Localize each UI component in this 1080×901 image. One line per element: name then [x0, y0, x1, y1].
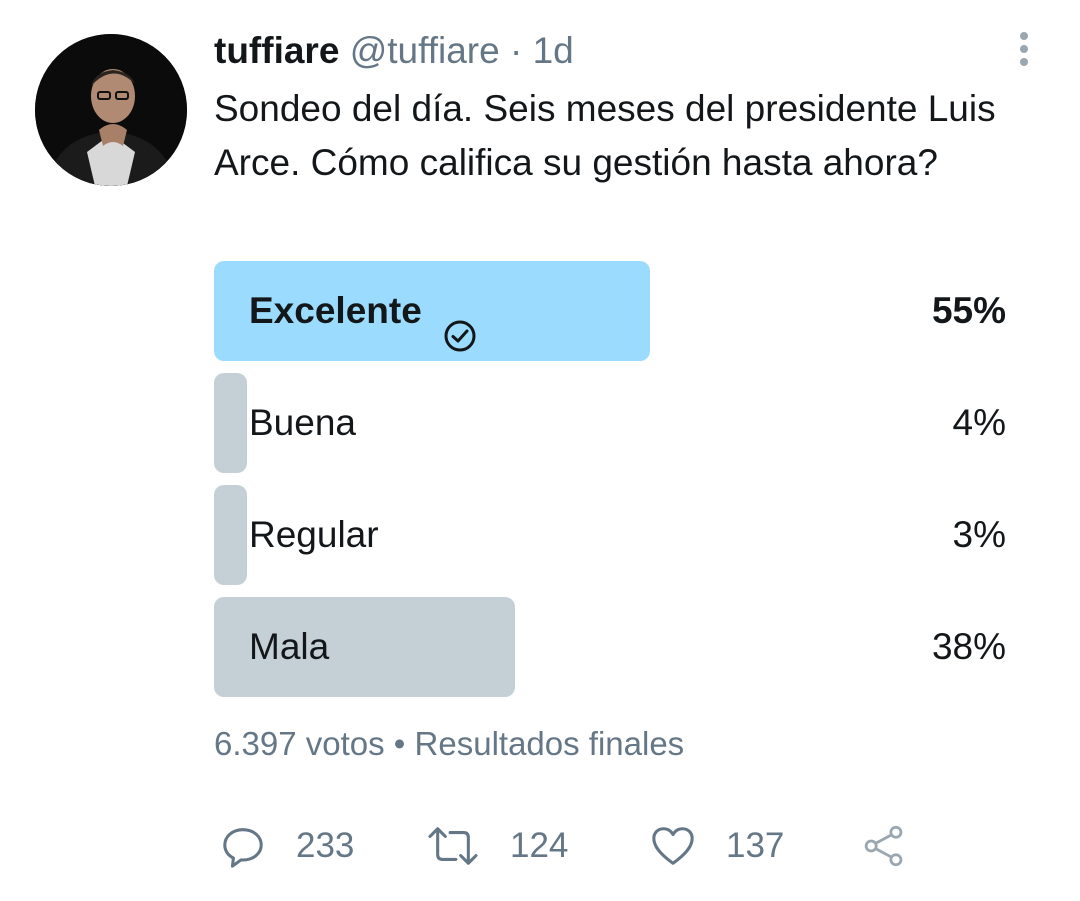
retweet-button[interactable]: 124: [426, 818, 568, 874]
poll: Excelente 55% Buena 4% Regular 3% Mala 3…: [214, 261, 1006, 709]
header-separator: ·: [509, 30, 523, 71]
poll-option-percent: 3%: [952, 514, 1006, 555]
poll-option-mala: Mala 38%: [214, 597, 1006, 697]
poll-option-percent: 55%: [931, 290, 1006, 331]
poll-option-regular: Regular 3%: [214, 485, 1006, 585]
more-dot: [1020, 45, 1028, 53]
like-count: 137: [726, 826, 785, 865]
poll-option-excelente: Excelente 55%: [214, 261, 1006, 361]
avatar[interactable]: [35, 34, 187, 186]
reply-icon: [220, 823, 266, 869]
poll-result-bar: [214, 485, 247, 585]
author-handle[interactable]: @tuffiare: [350, 30, 500, 71]
poll-option-label: Buena: [249, 402, 356, 443]
poll-vote-count: 6.397 votos: [214, 725, 385, 762]
poll-option-buena: Buena 4%: [214, 373, 1006, 473]
poll-option-label: Excelente: [249, 290, 422, 331]
author-display-name[interactable]: tuffiare: [214, 30, 339, 71]
poll-option-label: Mala: [249, 626, 330, 667]
avatar-photo: [35, 34, 187, 186]
tweet-timestamp[interactable]: 1d: [533, 30, 574, 71]
tweet-header: tuffiare @tuffiare · 1d: [214, 28, 574, 74]
retweet-icon: [426, 823, 480, 869]
poll-footer: 6.397 votos • Resultados finales: [214, 722, 684, 766]
poll-footer-bullet: •: [393, 725, 406, 762]
reply-count: 233: [296, 826, 355, 865]
poll-result-bar: [214, 373, 247, 473]
reply-button[interactable]: 233: [220, 818, 354, 874]
retweet-count: 124: [510, 826, 569, 865]
tweet-actions: 233 124 137: [214, 818, 934, 874]
heart-icon: [650, 823, 696, 869]
more-dot: [1020, 58, 1028, 66]
more-vertical-icon[interactable]: [1010, 32, 1038, 72]
poll-status: Resultados finales: [414, 725, 685, 762]
share-icon: [862, 824, 906, 868]
poll-option-percent: 38%: [931, 626, 1006, 667]
more-dot: [1020, 32, 1028, 40]
tweet-text: Sondeo del día. Seis meses del president…: [214, 88, 996, 183]
poll-option-label-wrap: Excelente: [249, 261, 478, 361]
share-button[interactable]: [862, 818, 906, 874]
like-button[interactable]: 137: [650, 818, 784, 874]
poll-option-label: Regular: [249, 514, 379, 555]
check-circle-icon: [442, 292, 478, 352]
poll-option-percent: 4%: [952, 402, 1006, 443]
